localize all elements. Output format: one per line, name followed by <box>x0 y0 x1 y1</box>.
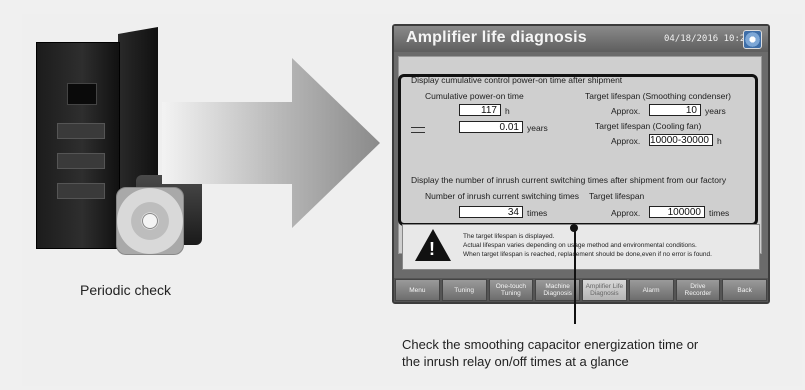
servo-amplifier <box>36 42 120 249</box>
nav-alarm-button[interactable]: Alarm <box>628 279 674 301</box>
screen-title: Amplifier life diagnosis <box>406 29 587 46</box>
nav-amplifier-life-diagnosis-button[interactable]: Amplifier Life Diagnosis <box>582 279 627 301</box>
callout-text: Check the smoothing capacitor energizati… <box>402 336 698 370</box>
callout-line-1: Check the smoothing capacitor energizati… <box>402 337 699 352</box>
amplifier-display <box>67 83 97 105</box>
warning-line: When target lifespan is reached, replace… <box>463 251 712 258</box>
nav-back-button[interactable]: Back <box>722 279 767 301</box>
warning-line: The target lifespan is displayed. <box>463 233 555 240</box>
periodic-check-caption: Periodic check <box>80 282 172 298</box>
bottom-navbar: Menu Tuning One-touch Tuning Machine Dia… <box>394 278 768 302</box>
callout-line <box>574 228 576 324</box>
amplifier-connector <box>57 153 105 169</box>
settings-icon[interactable] <box>743 30 762 49</box>
exclamation-icon: ! <box>429 239 435 259</box>
nav-one-touch-tuning-button[interactable]: One-touch Tuning <box>488 279 534 301</box>
highlight-frame <box>398 74 758 226</box>
screen-titlebar: Amplifier life diagnosis 04/18/2016 10:2… <box>394 26 768 52</box>
nav-tuning-button[interactable]: Tuning <box>441 279 487 301</box>
warning-panel: ! The target lifespan is displayed. Actu… <box>402 224 760 270</box>
motor-shaft <box>142 213 158 229</box>
amplifier-connector <box>57 123 105 139</box>
right-arrow-icon <box>162 58 380 228</box>
amplifier-connector <box>57 183 105 199</box>
screen-datetime: 04/18/2016 10:29 <box>664 34 751 44</box>
nav-drive-recorder-button[interactable]: Drive Recorder <box>675 279 721 301</box>
hmi-screen: Amplifier life diagnosis 04/18/2016 10:2… <box>392 24 770 304</box>
callout-line-2: the inrush relay on/off times at a glanc… <box>402 354 629 369</box>
nav-menu-button[interactable]: Menu <box>395 279 440 301</box>
warning-line: Actual lifespan varies depending on usag… <box>463 242 697 249</box>
